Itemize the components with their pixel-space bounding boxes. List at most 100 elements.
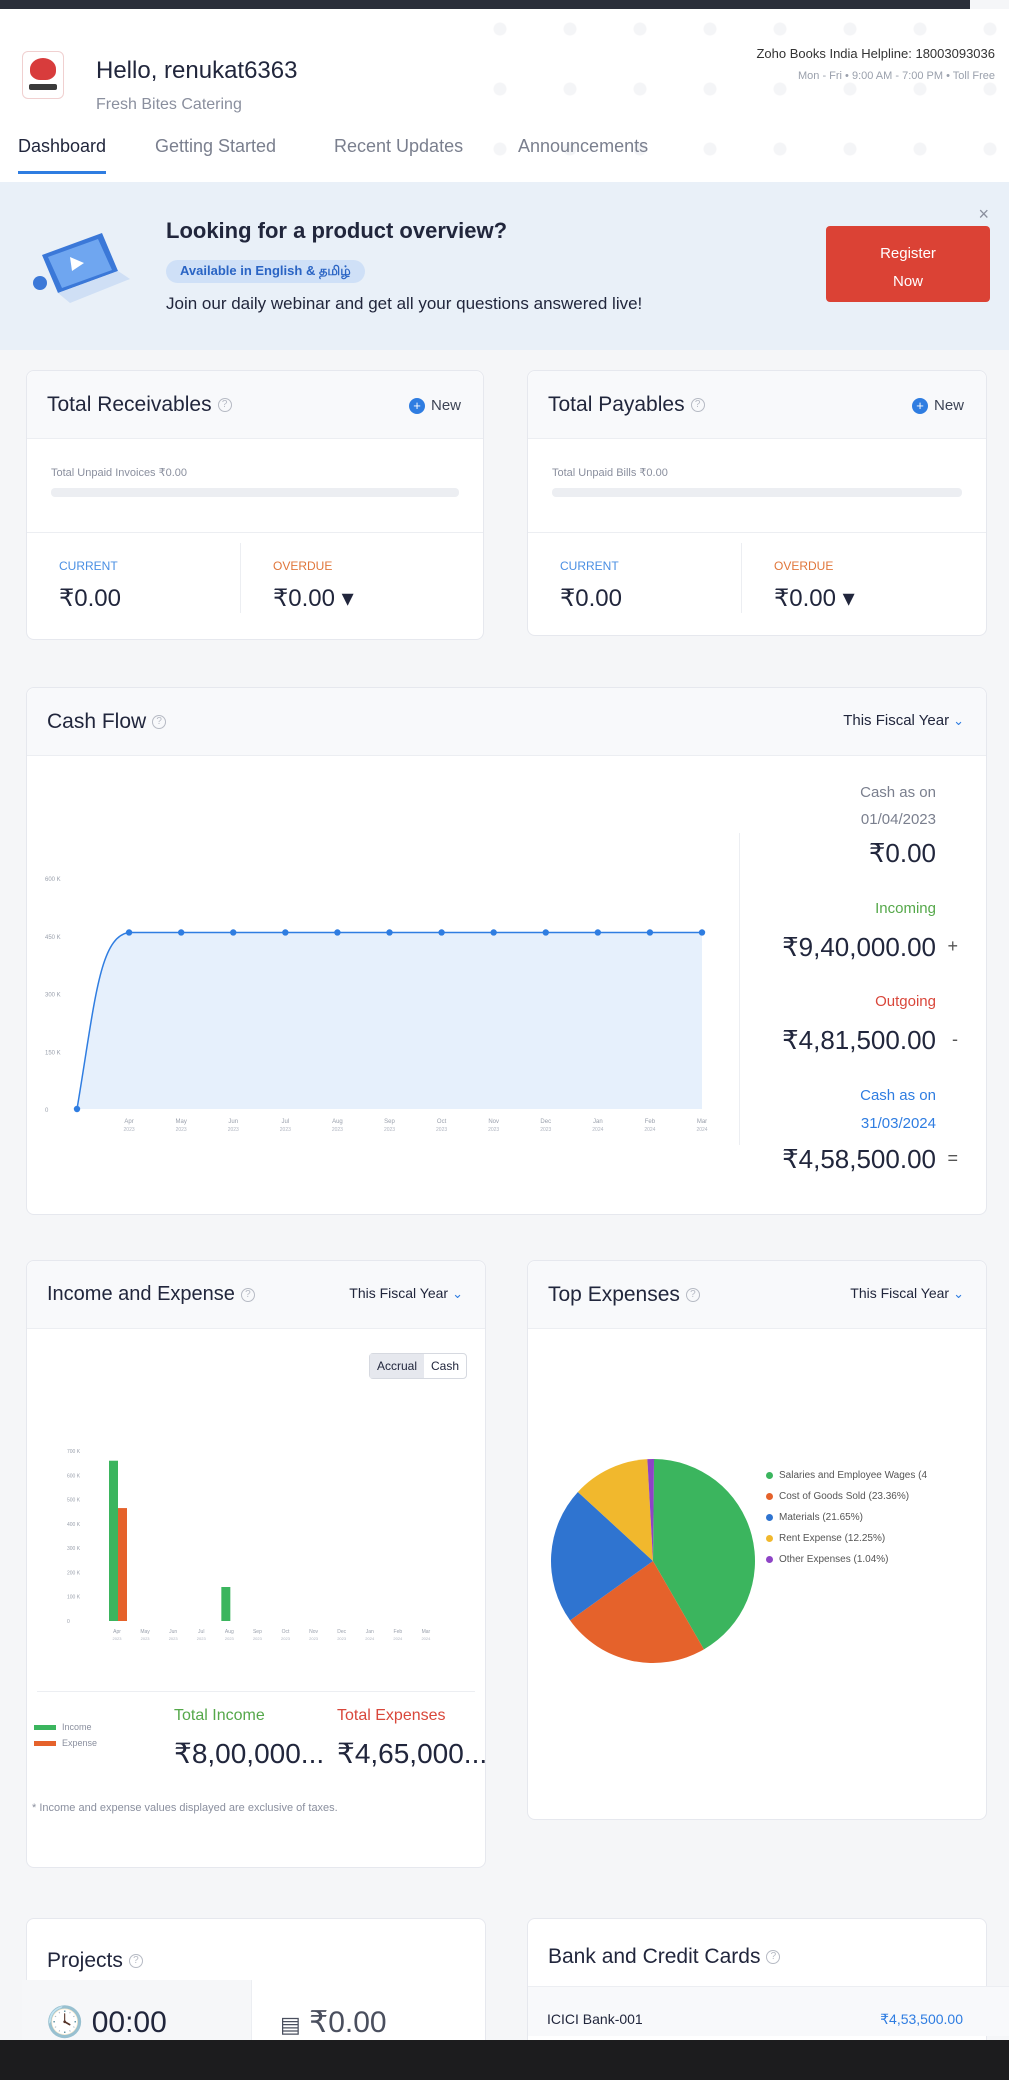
overdue-payables-dropdown[interactable]: ₹0.00 ▾ (774, 584, 855, 613)
opening-cash-value: ₹0.00 (868, 838, 936, 868)
y-tick-label: 600 K (67, 1473, 81, 1479)
tab-dashboard[interactable]: Dashboard (18, 136, 107, 174)
cash-toggle-option[interactable]: Cash (424, 1354, 466, 1378)
help-icon[interactable]: ? (240, 1287, 255, 1302)
top-edge-bar (0, 0, 970, 9)
top-expenses-pie-chart (551, 1459, 755, 1663)
x-tick-label: Jun (169, 1629, 177, 1635)
help-icon[interactable]: ? (690, 398, 705, 413)
legend-expense-label: Expense (62, 1738, 98, 1748)
y-tick-label: 100 K (67, 1595, 81, 1601)
x-tick-label: Sep (384, 1119, 395, 1125)
cash-flow-point (438, 929, 445, 936)
income-swatch (34, 1725, 56, 1731)
legend-dot (766, 1534, 773, 1542)
projects-title: Projects? (47, 1949, 143, 1973)
current-payables-value[interactable]: ₹0.00 (560, 584, 622, 613)
x-tick-label: Jan (366, 1629, 374, 1635)
x-tick-label: Aug (225, 1629, 234, 1635)
pie-legend-item: Other Expenses (1.04%) (766, 1554, 889, 1565)
help-icon[interactable]: ? (128, 1954, 143, 1969)
outgoing-label: Outgoing (875, 993, 936, 1010)
bank-cards-title: Bank and Credit Cards? (548, 1945, 781, 1969)
chevron-down-icon: ⌄ (953, 1286, 964, 1301)
help-icon[interactable]: ? (766, 1950, 781, 1965)
cash-flow-card: Cash Flow? This Fiscal Year ⌄ 0 150 K 300 K… (26, 687, 987, 1215)
income-expense-chart: 0100 K200 K300 K400 K500 K600 K700 KApr2… (67, 1449, 431, 1641)
close-icon[interactable]: × (978, 204, 989, 225)
x-tick-label: Oct (437, 1119, 447, 1125)
x-tick-year: 2024 (644, 1127, 655, 1133)
bank-account-balance[interactable]: ₹4,53,500.00 (880, 2011, 963, 2028)
dashboard-header: Hello, renukat6363 Fresh Bites Catering … (0, 9, 1009, 189)
income-bar (221, 1587, 231, 1621)
x-tick-year: 2024 (592, 1127, 603, 1133)
register-now-button[interactable]: Register Now (826, 226, 990, 302)
tab-announcements[interactable]: Announcements (518, 136, 648, 171)
x-tick-year: 2023 (141, 1636, 151, 1641)
tab-getting-started[interactable]: Getting Started (155, 136, 276, 171)
income-expense-card-header: Income and Expense? This Fiscal Year ⌄ (27, 1261, 485, 1329)
x-tick-label: Feb (645, 1119, 656, 1125)
cash-flow-period-dropdown[interactable]: This Fiscal Year ⌄ (843, 712, 964, 729)
overdue-receivables-dropdown[interactable]: ₹0.00 ▾ (273, 584, 354, 613)
x-tick-label: Mar (422, 1629, 431, 1635)
projects-card-header: Projects? (27, 1919, 485, 1987)
help-icon[interactable]: ? (152, 715, 167, 730)
accrual-toggle-option[interactable]: Accrual (369, 1354, 424, 1378)
closing-cash-value: ₹4,58,500.00 (782, 1144, 936, 1174)
total-income-label: Total Income (174, 1707, 265, 1724)
org-logo[interactable] (22, 51, 64, 99)
current-receivables-value[interactable]: ₹0.00 (59, 584, 121, 613)
new-invoice-link[interactable]: + New (408, 397, 461, 415)
clock-icon: 🕓 (46, 2006, 84, 2039)
total-expenses-value: ₹4,65,000... (337, 1738, 488, 1769)
cash-flow-point (73, 1105, 81, 1113)
divider (528, 532, 986, 533)
help-icon[interactable]: ? (685, 1288, 700, 1303)
divider (37, 1691, 475, 1692)
unbilled-hours-value[interactable]: 🕓 00:00 (46, 2005, 167, 2040)
tab-recent-updates[interactable]: Recent Updates (334, 136, 463, 171)
unbilled-expenses-value[interactable]: ▤ ₹0.00 (280, 2005, 387, 2040)
income-expense-title-text: Income and Expense (47, 1283, 235, 1305)
x-tick-year: 2023 (281, 1636, 291, 1641)
receivables-title-text: Total Receivables (47, 393, 212, 416)
register-button-line-1: Register (880, 245, 936, 262)
x-tick-year: 2023 (169, 1636, 179, 1641)
legend-expense: Expense (34, 1738, 97, 1748)
receipt-icon: ▤ (280, 2012, 301, 2037)
current-label: CURRENT (59, 559, 118, 573)
payables-card-header: Total Payables? + New (528, 371, 986, 439)
top-expenses-period-dropdown[interactable]: This Fiscal Year ⌄ (850, 1285, 964, 1302)
payables-title-text: Total Payables (548, 393, 685, 416)
income-expense-period-dropdown[interactable]: This Fiscal Year ⌄ (349, 1285, 463, 1302)
equals-sign: = (947, 1148, 958, 1168)
x-tick-year: 2024 (365, 1636, 375, 1641)
helpline-number: Zoho Books India Helpline: 18003093036 (756, 46, 995, 61)
opening-cash-label: Cash as on (860, 784, 936, 801)
legend-dot (766, 1471, 773, 1479)
banner-subtitle: Join our daily webinar and get all your … (166, 294, 643, 313)
x-tick-year: 2023 (384, 1127, 395, 1133)
cash-flow-point (542, 929, 549, 936)
cash-flow-title: Cash Flow? (47, 710, 167, 734)
payables-progress-bar (552, 488, 962, 497)
minus-sign: - (952, 1029, 958, 1049)
cash-flow-point (177, 929, 185, 936)
new-invoice-label: New (430, 397, 461, 414)
new-bill-link[interactable]: + New (911, 397, 964, 415)
bank-account-name[interactable]: ICICI Bank-001 (547, 2011, 643, 2027)
cash-flow-point (125, 929, 133, 936)
legend-dot (766, 1555, 773, 1563)
cash-flow-point (490, 929, 497, 936)
new-bill-label: New (933, 397, 964, 414)
x-tick-year: 2023 (228, 1127, 239, 1133)
x-tick-label: Jun (228, 1119, 238, 1125)
pie-legend-item: Materials (21.65%) (766, 1512, 863, 1523)
help-icon[interactable]: ? (217, 398, 232, 413)
payables-title: Total Payables? (548, 393, 705, 417)
y-tick-label: 400 K (67, 1522, 81, 1528)
receivables-progress-bar (51, 488, 459, 497)
y-tick-label: 500 K (67, 1498, 81, 1504)
